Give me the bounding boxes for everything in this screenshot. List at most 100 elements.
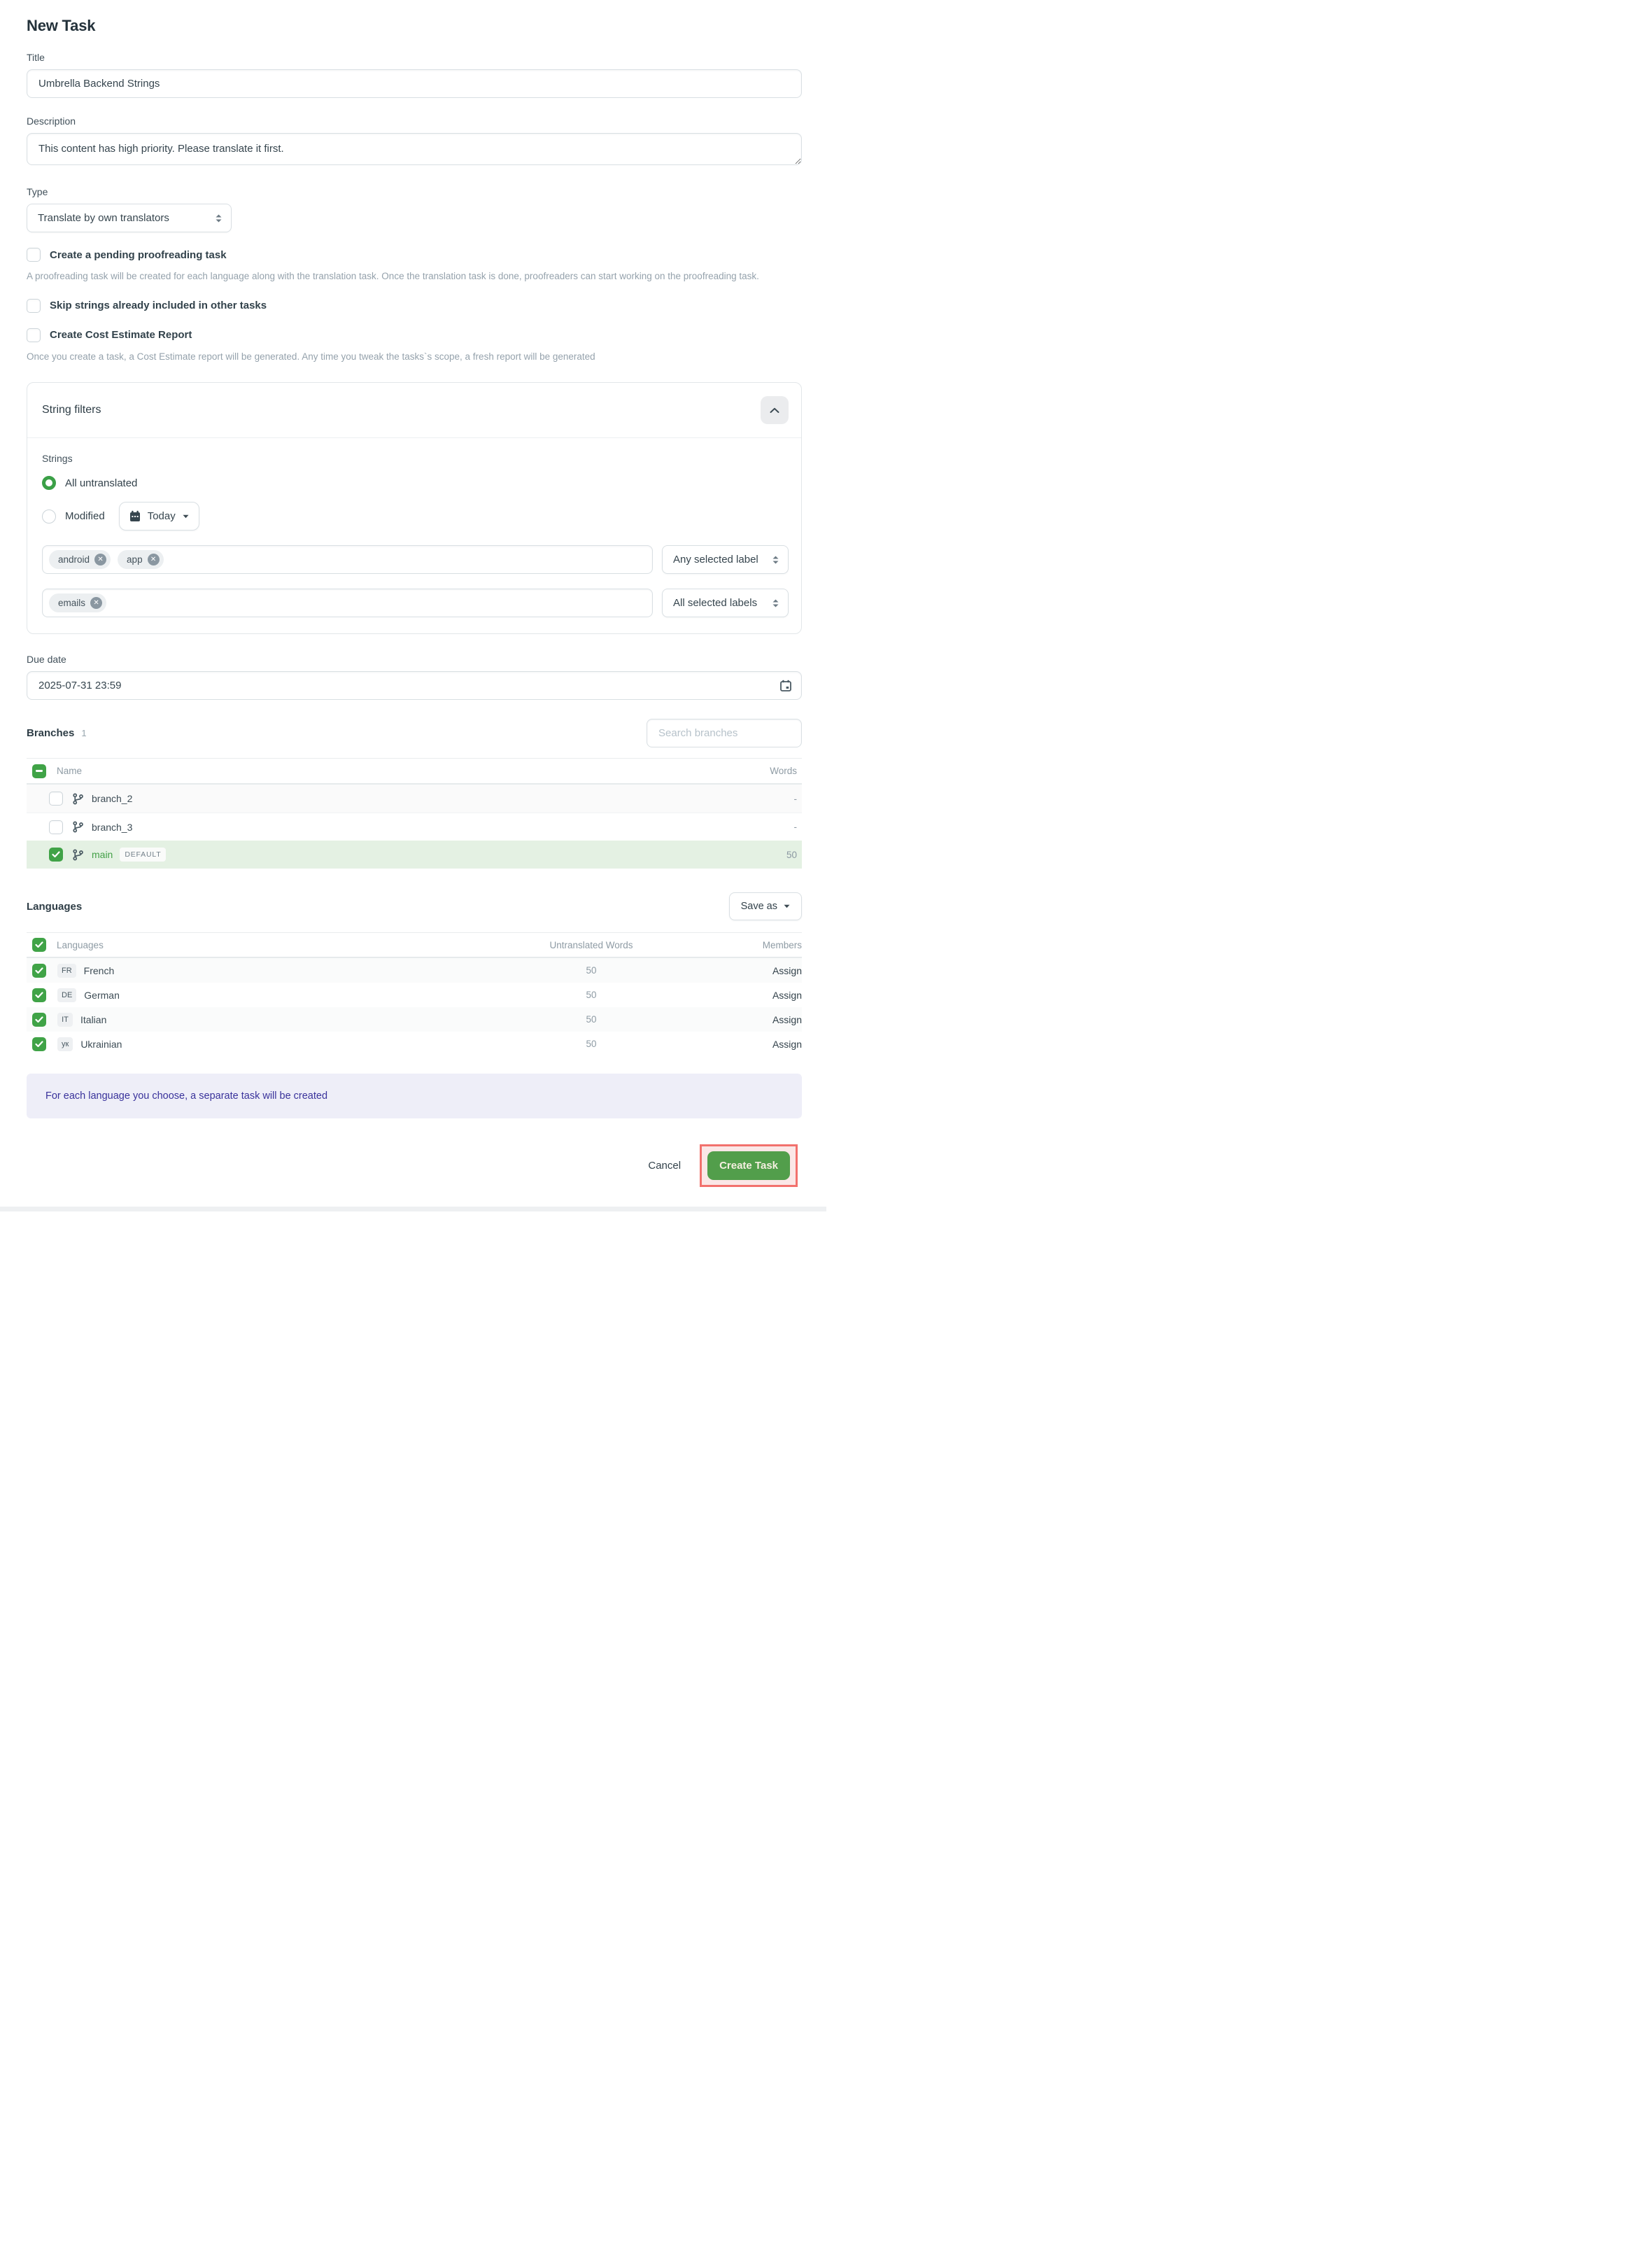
modified-date-value: Today [148, 510, 176, 522]
save-as-button[interactable]: Save as [729, 892, 802, 920]
cost-estimate-checkbox-row: Create Cost Estimate Report [27, 328, 802, 342]
skip-strings-checkbox-row: Skip strings already included in other t… [27, 299, 802, 313]
title-input[interactable] [27, 69, 802, 98]
untranslated-words: 50 [465, 965, 718, 976]
cancel-button[interactable]: Cancel [648, 1160, 681, 1172]
select-all-branches-checkbox[interactable] [32, 764, 46, 778]
untranslated-words: 50 [465, 1014, 718, 1025]
language-name: German [84, 990, 120, 1001]
table-row[interactable]: branch_2 - [27, 785, 802, 813]
language-name: French [84, 965, 115, 976]
save-as-label: Save as [741, 901, 777, 912]
branch-checkbox[interactable] [49, 820, 63, 834]
default-branch-badge: DEFAULT [120, 848, 166, 862]
description-input[interactable]: This content has high priority. Please t… [27, 133, 802, 165]
table-row[interactable]: FR French 50 Assign [27, 958, 802, 983]
viewport-bottom-edge [0, 1207, 826, 1211]
skip-strings-checkbox-label: Skip strings already included in other t… [50, 300, 267, 311]
table-row[interactable]: main DEFAULT 50 [27, 841, 802, 869]
skip-strings-checkbox[interactable] [27, 299, 41, 313]
language-checkbox[interactable] [32, 1013, 46, 1027]
title-label: Title [27, 52, 802, 63]
select-all-languages-checkbox[interactable] [32, 938, 46, 952]
up-down-caret-icon [215, 213, 223, 223]
collapse-string-filters-button[interactable] [761, 396, 789, 424]
proofreading-hint: A proofreading task will be created for … [27, 269, 802, 283]
languages-column-name: Languages [57, 940, 465, 950]
assign-link[interactable]: Assign [772, 1014, 802, 1025]
all-untranslated-radio-label: All untranslated [65, 477, 137, 489]
languages-column-members: Members [718, 940, 802, 950]
assign-link[interactable]: Assign [772, 965, 802, 976]
type-select[interactable]: Translate by own translators [27, 204, 232, 232]
language-checkbox[interactable] [32, 988, 46, 1002]
proofreading-checkbox[interactable] [27, 248, 41, 262]
languages-table: Languages Untranslated Words Members FR … [27, 932, 802, 1056]
branches-table: Name Words branch_2 - branch_3 - [27, 758, 802, 869]
form-footer: Cancel Create Task [27, 1144, 802, 1187]
branch-name: branch_2 [92, 793, 132, 804]
label-chip: android ✕ [49, 550, 111, 569]
label-mode-select-2[interactable]: All selected labels [662, 589, 789, 617]
branch-checkbox[interactable] [49, 848, 63, 862]
label-filter-row-2: emails ✕ All selected labels [42, 589, 789, 617]
proofreading-checkbox-label: Create a pending proofreading task [50, 249, 227, 261]
label-mode-value: Any selected label [673, 554, 758, 565]
calendar-icon [129, 510, 141, 522]
language-code-badge: IT [57, 1013, 73, 1027]
languages-column-untranslated: Untranslated Words [465, 940, 718, 950]
label-chip-text: android [58, 554, 90, 565]
cost-estimate-hint: Once you create a task, a Cost Estimate … [27, 350, 802, 364]
remove-chip-icon[interactable]: ✕ [148, 554, 160, 565]
label-chip-text: app [127, 554, 143, 565]
git-branch-icon [72, 793, 84, 805]
cost-estimate-checkbox[interactable] [27, 328, 41, 342]
string-filters-card: String filters Strings All untranslated … [27, 382, 802, 634]
branch-checkbox[interactable] [49, 792, 63, 806]
branches-label: Branches1 [27, 727, 87, 739]
click-target-highlight: Create Task [700, 1144, 798, 1187]
table-row[interactable]: DE German 50 Assign [27, 983, 802, 1007]
table-row[interactable]: branch_3 - [27, 813, 802, 841]
branches-column-name: Name [57, 766, 82, 776]
language-code-badge: ук [57, 1037, 73, 1051]
branch-words: 50 [786, 850, 802, 860]
due-date-input[interactable] [27, 671, 802, 700]
labels-input-2[interactable]: emails ✕ [42, 589, 653, 617]
modified-radio[interactable] [42, 510, 56, 524]
modified-date-dropdown[interactable]: Today [119, 502, 199, 531]
page-title: New Task [27, 17, 802, 35]
remove-chip-icon[interactable]: ✕ [90, 597, 102, 609]
assign-link[interactable]: Assign [772, 1039, 802, 1050]
up-down-caret-icon [772, 555, 779, 565]
language-checkbox[interactable] [32, 1037, 46, 1051]
languages-section-header: Languages Save as [27, 892, 802, 920]
strings-label: Strings [42, 453, 789, 464]
language-code-badge: FR [57, 964, 76, 978]
all-untranslated-radio[interactable] [42, 476, 56, 490]
git-branch-icon [72, 849, 84, 861]
type-field: Type Translate by own translators [27, 186, 802, 232]
label-mode-select-1[interactable]: Any selected label [662, 545, 789, 574]
table-row[interactable]: IT Italian 50 Assign [27, 1007, 802, 1032]
branches-column-words: Words [770, 766, 802, 776]
proofreading-checkbox-row: Create a pending proofreading task [27, 248, 802, 262]
calendar-icon[interactable] [780, 680, 791, 691]
new-task-page: New Task Title Description This content … [0, 0, 826, 1187]
all-untranslated-radio-row: All untranslated [42, 475, 789, 491]
label-chip: app ✕ [118, 550, 164, 569]
create-task-button[interactable]: Create Task [707, 1151, 790, 1180]
chevron-up-icon [770, 407, 779, 414]
branches-count: 1 [81, 728, 86, 738]
language-checkbox[interactable] [32, 964, 46, 978]
branches-section-header: Branches1 [27, 719, 802, 747]
languages-table-header: Languages Untranslated Words Members [27, 932, 802, 958]
branch-words: - [794, 794, 803, 804]
labels-input-1[interactable]: android ✕ app ✕ [42, 545, 653, 574]
branch-search-input[interactable] [647, 719, 802, 747]
table-row[interactable]: ук Ukrainian 50 Assign [27, 1032, 802, 1056]
languages-label: Languages [27, 901, 82, 913]
label-chip-text: emails [58, 598, 85, 608]
assign-link[interactable]: Assign [772, 990, 802, 1001]
remove-chip-icon[interactable]: ✕ [94, 554, 106, 565]
